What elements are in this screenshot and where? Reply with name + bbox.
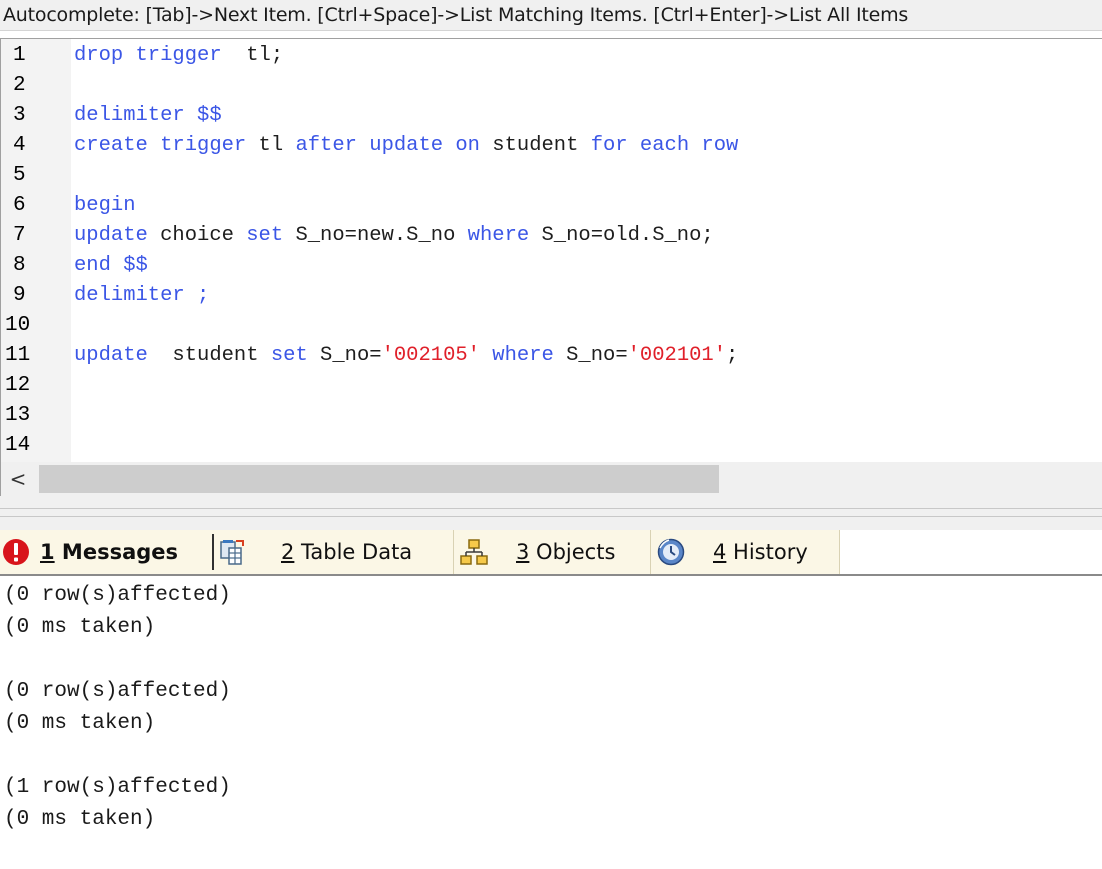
- code-text: create trigger tl after update on studen…: [74, 131, 738, 161]
- code-line[interactable]: 2: [1, 71, 1102, 101]
- result-tab-bar: 1 Messages 2 Table Data 3 Objects 4 Hist…: [0, 530, 1102, 576]
- code-text: delimiter $$: [74, 101, 222, 131]
- sql-keyword: drop trigger: [74, 44, 222, 67]
- code-line[interactable]: 5: [1, 161, 1102, 191]
- tab-table-data-label: Table Data: [294, 540, 413, 564]
- code-token: student: [479, 134, 591, 157]
- splitter-line: [0, 516, 1102, 517]
- code-text: update choice set S_no=new.S_no where S_…: [74, 221, 714, 251]
- code-text: update student set S_no='002105' where S…: [74, 341, 738, 371]
- autocomplete-hint-text: Autocomplete: [Tab]->Next Item. [Ctrl+Sp…: [3, 4, 909, 26]
- tab-messages-number: 1: [40, 540, 55, 564]
- line-number: 8: [13, 254, 26, 277]
- code-line[interactable]: 8 end $$: [1, 251, 1102, 281]
- tab-objects-label: Objects: [529, 540, 616, 564]
- code-text: drop trigger tl;: [74, 41, 283, 71]
- scrollbar-thumb[interactable]: [39, 465, 719, 493]
- line-number: 9: [13, 284, 26, 307]
- tab-history[interactable]: 4 History: [651, 530, 839, 574]
- sql-editor[interactable]: 1 drop trigger tl; 2 3 delimiter $$ 4 create t…: [0, 38, 1102, 463]
- code-line[interactable]: 13: [1, 401, 1102, 431]
- code-token: S_no=old.S_no;: [529, 224, 714, 247]
- code-token: student: [147, 344, 271, 367]
- message-line: (0 ms taken): [4, 712, 156, 735]
- code-line[interactable]: 9 delimiter ;: [1, 281, 1102, 311]
- line-number: 12: [5, 374, 31, 397]
- code-token: S_no=: [553, 344, 628, 367]
- tab-history-number: 4: [713, 540, 727, 564]
- line-number: 14: [5, 434, 31, 457]
- tab-table-data[interactable]: 2 Table Data: [215, 530, 453, 574]
- sql-keyword: where: [467, 224, 530, 247]
- message-line: (1 row(s)affected): [4, 776, 231, 799]
- code-token: choice: [147, 224, 247, 247]
- code-line[interactable]: 3 delimiter $$: [1, 101, 1102, 131]
- scroll-left-arrow-icon[interactable]: <: [5, 466, 31, 492]
- horizontal-scrollbar[interactable]: <: [0, 462, 1102, 496]
- autocomplete-hint-bar: Autocomplete: [Tab]->Next Item. [Ctrl+Sp…: [0, 0, 1102, 31]
- code-line[interactable]: 7 update choice set S_no=new.S_no where S…: [1, 221, 1102, 251]
- tab-objects-number: 3: [516, 540, 530, 564]
- objects-icon: [460, 539, 488, 565]
- message-line: (0 row(s)affected): [4, 584, 231, 607]
- message-line: (0 row(s)affected): [4, 680, 231, 703]
- history-icon: [657, 538, 685, 566]
- line-number: 3: [13, 104, 26, 127]
- messages-panel: (0 row(s)affected) (0 ms taken) (0 row(s)a…: [0, 576, 1102, 869]
- error-icon: [3, 539, 29, 565]
- query-editor-window: Autocomplete: [Tab]->Next Item. [Ctrl+Sp…: [0, 0, 1102, 869]
- code-line[interactable]: 11 update student set S_no='002105' where…: [1, 341, 1102, 371]
- sql-keyword: set: [270, 344, 308, 367]
- string-literal: '002105': [381, 344, 480, 367]
- code-text: end $$: [74, 251, 148, 281]
- sql-keyword: set: [246, 224, 284, 247]
- code-line[interactable]: 14: [1, 431, 1102, 461]
- pane-splitter[interactable]: [0, 496, 1102, 530]
- splitter-line: [0, 508, 1102, 509]
- code-line[interactable]: 12: [1, 371, 1102, 401]
- message-line: (0 ms taken): [4, 808, 156, 831]
- code-token: S_no=new.S_no: [283, 224, 468, 247]
- tab-table-data-number: 2: [281, 540, 295, 564]
- string-literal: '002101': [627, 344, 727, 367]
- message-line: (0 ms taken): [4, 616, 156, 639]
- line-number: 11: [5, 344, 31, 367]
- line-number: 4: [13, 134, 26, 157]
- code-token: tl;: [221, 44, 284, 67]
- code-token: ;: [726, 344, 739, 367]
- sql-keyword: where: [492, 344, 554, 367]
- tab-objects[interactable]: 3 Objects: [454, 530, 650, 574]
- code-text: delimiter ;: [74, 281, 209, 311]
- tab-separator: [212, 534, 214, 570]
- tab-bar-empty-area: [840, 530, 1102, 574]
- line-number: 5: [13, 164, 26, 187]
- sql-keyword: update: [74, 224, 148, 247]
- sql-keyword: update: [74, 344, 148, 367]
- code-text: begin: [74, 191, 136, 221]
- code-line[interactable]: 1 drop trigger tl;: [1, 41, 1102, 71]
- code-line[interactable]: 10: [1, 311, 1102, 341]
- code-line[interactable]: 6 begin: [1, 191, 1102, 221]
- tab-messages[interactable]: 1 Messages: [0, 530, 212, 574]
- code-token: tl: [246, 134, 296, 157]
- sql-keyword: end $$: [74, 254, 148, 277]
- line-number: 2: [13, 74, 26, 97]
- sql-keyword: after update on: [295, 134, 480, 157]
- line-number: 6: [13, 194, 26, 217]
- line-number: 13: [5, 404, 31, 427]
- table-data-icon: [220, 540, 244, 565]
- code-line[interactable]: 4 create trigger tl after update on stude…: [1, 131, 1102, 161]
- sql-keyword: delimiter $$: [74, 104, 222, 127]
- sql-keyword: delimiter ;: [74, 284, 210, 307]
- line-number: 7: [13, 224, 26, 247]
- line-number: 10: [5, 314, 31, 337]
- sql-keyword: begin: [74, 194, 136, 217]
- tab-history-label: History: [726, 540, 808, 564]
- sql-keyword: for each row: [590, 134, 739, 157]
- tab-messages-label: Messages: [54, 540, 179, 564]
- code-token: S_no=: [307, 344, 382, 367]
- line-number: 1: [13, 44, 26, 67]
- sql-keyword: create trigger: [74, 134, 247, 157]
